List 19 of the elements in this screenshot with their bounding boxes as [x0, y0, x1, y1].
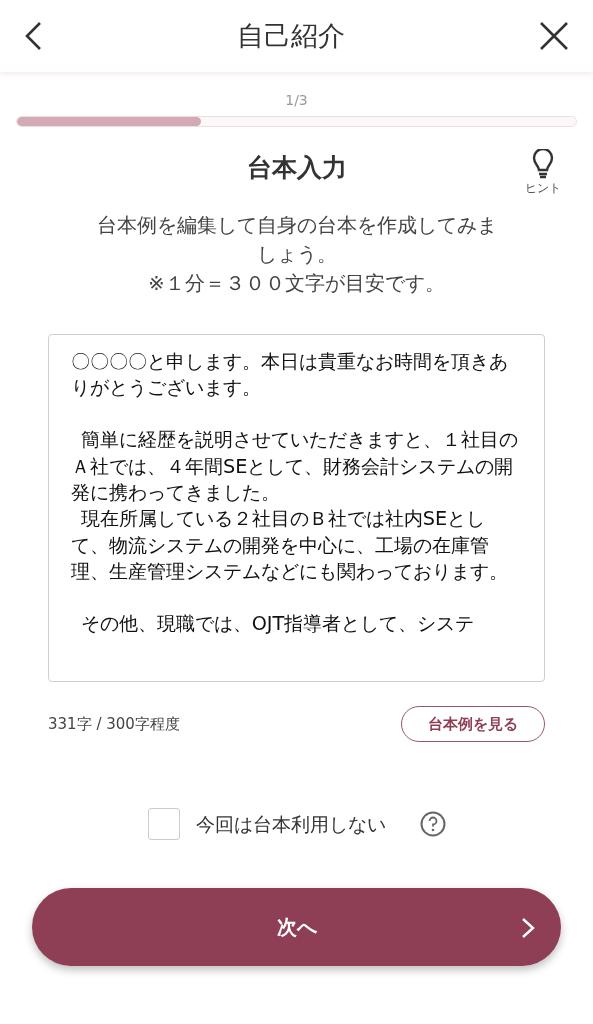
close-button[interactable] [539, 21, 569, 51]
script-textarea[interactable]: 〇〇〇〇と申します。本日は貴重なお時間を頂きありがとうございます。 簡単に経歴を説明させていただきますと、１社目のＡ社では、４年間SEとして、財務会計システムの開発に携わってきました。 現在所属している２社目のＢ社では社内SEとして、物流システムの開発を中心に、工場の在庫管理、生産管理システムなどにも関わっております。 その他、現職では、OJT指導者として、システ [48, 333, 545, 682]
view-example-button[interactable]: 台本例を見る [401, 705, 545, 742]
lightbulb-icon [532, 149, 554, 179]
step-counter: 1/3 [285, 92, 308, 108]
checkbox[interactable] [147, 808, 180, 840]
back-icon [24, 21, 42, 51]
close-icon [539, 21, 569, 51]
help-icon[interactable] [419, 811, 446, 837]
section-title: 台本入力 [246, 153, 347, 182]
chevron-right-icon [521, 917, 535, 939]
page-title: 自己紹介 [236, 18, 345, 53]
character-count: 331字 / 300字程度 [48, 713, 180, 735]
checkbox-label: 今回は台本利用しない [195, 811, 386, 837]
instruction-text: 台本例を編集して自身の台本を作成してみましょう。 [95, 212, 498, 268]
back-button[interactable] [24, 21, 42, 51]
next-button[interactable]: 次へ [32, 888, 561, 966]
instruction-text: ※１分＝３００文字が目安です。 [147, 270, 446, 297]
hint-button[interactable]: ヒント [525, 149, 561, 197]
